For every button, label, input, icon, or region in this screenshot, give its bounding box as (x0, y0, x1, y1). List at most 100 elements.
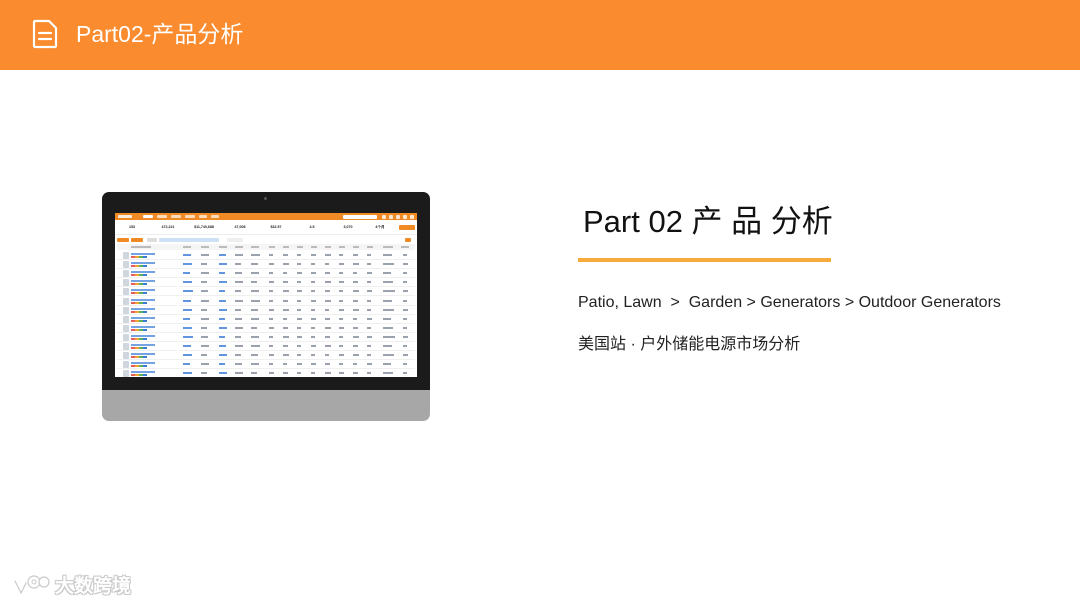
mini-filter-chips (159, 238, 219, 242)
mini-table-cell (219, 335, 225, 338)
mini-table-row (117, 369, 415, 377)
mini-table-cell (219, 363, 226, 366)
mini-table-cell (251, 290, 259, 293)
mini-product-name (131, 289, 155, 292)
mini-table-cell (283, 263, 289, 266)
mini-table-cell (219, 290, 225, 293)
mini-table-cell (367, 299, 371, 302)
mini-nav-item (171, 215, 181, 218)
mini-product-thumbnail (123, 333, 129, 341)
mini-table-cell (283, 363, 288, 366)
mini-table-cell (235, 308, 241, 311)
mini-table-cell (403, 254, 407, 256)
mini-table-cell (367, 354, 372, 357)
mini-table-cell (353, 335, 360, 338)
mini-table-row (117, 324, 415, 333)
mini-table-cell (311, 363, 316, 366)
mini-table-cell (403, 281, 408, 284)
mini-table-cell (325, 326, 332, 329)
mini-stat-value: 4.5 (309, 225, 315, 229)
mini-product-tags (131, 283, 147, 286)
mini-table-cell (183, 263, 193, 266)
mini-table-cell (183, 345, 191, 347)
mini-product-thumbnail (123, 352, 129, 360)
monitor-bezel: 153 472,221 $11,740,688 47,008 $32.57 4.… (102, 192, 430, 390)
mini-table-cell (201, 254, 210, 256)
watermark-text: 大数跨境 (55, 576, 132, 597)
mini-table-cell (183, 363, 190, 366)
mini-table-cell (353, 354, 359, 357)
mini-table-cell (235, 272, 242, 275)
mini-table-cell (269, 363, 273, 366)
mini-table-cell (283, 272, 288, 275)
mini-table-cell (235, 326, 244, 329)
mini-product-thumbnail (123, 370, 129, 377)
mini-table-cell (283, 254, 288, 256)
mini-table-cell (235, 263, 241, 266)
mini-table-cell (183, 372, 192, 375)
mini-table-cell (269, 354, 275, 357)
mini-table-cell (201, 272, 209, 275)
mini-table-cell (367, 254, 371, 256)
mini-table-cell (311, 326, 315, 329)
mini-table-cell (283, 317, 288, 320)
mini-table-cell (311, 354, 315, 357)
mini-table-cell (367, 317, 373, 320)
mini-header-icon (403, 214, 407, 219)
mini-table-cell (383, 272, 392, 275)
mini-table-cell (269, 317, 273, 320)
mini-table-row (117, 333, 415, 342)
mini-product-thumbnail (123, 324, 129, 332)
mini-table-cell (201, 281, 207, 284)
mini-table-cell (339, 272, 343, 275)
mini-table-cell (235, 335, 242, 338)
mini-product-name (131, 344, 155, 346)
mini-product-name (131, 353, 155, 356)
mini-stat-value: 47,008 (234, 225, 246, 229)
mini-table-cell (201, 354, 208, 357)
mini-table-cell (403, 372, 408, 375)
mini-table-cell (339, 308, 345, 311)
mini-product-thumbnail (123, 297, 129, 305)
mini-table-cell (183, 290, 194, 293)
mini-table-cell (367, 263, 372, 266)
mini-table-cell (325, 354, 330, 357)
mini-table-cell (325, 308, 330, 311)
mini-table-cell (383, 335, 396, 338)
mini-table-cell (325, 345, 331, 347)
mini-orange-button (399, 225, 415, 230)
mini-table-cell (297, 308, 302, 311)
mini-stat-value: 472,221 (161, 225, 175, 229)
mini-table-cell (383, 317, 392, 320)
mini-table-cell (235, 317, 242, 320)
mini-table-cell (311, 317, 316, 320)
mini-product-tags (131, 374, 147, 377)
mini-table-cell (183, 272, 190, 275)
mini-table-cell (311, 290, 316, 293)
mini-table-cell (201, 335, 208, 338)
mini-table-row (117, 297, 415, 306)
mini-table-cell (269, 299, 274, 302)
mini-table-cell (383, 363, 392, 366)
mini-table-cell (269, 263, 275, 266)
mini-table-cell (311, 299, 317, 302)
mini-table-cell (353, 372, 359, 375)
mini-table-cell (325, 317, 331, 320)
mini-table-cell (269, 308, 275, 311)
mini-table-cell (235, 290, 242, 293)
section-heading: Part 02 产 品 分析 (583, 204, 833, 239)
mini-table-cell (367, 345, 371, 347)
mini-header-icon (410, 214, 414, 219)
mini-table-cell (383, 308, 395, 311)
mini-table-cell (235, 354, 241, 357)
mini-table-cell (339, 372, 344, 375)
mini-table-cell (269, 290, 273, 293)
mini-table-row (117, 342, 415, 351)
mini-nav-item (143, 215, 153, 218)
mini-table-cell (297, 272, 303, 275)
mini-table-cell (383, 354, 395, 357)
mini-product-tags (131, 319, 147, 322)
mini-table-row (117, 351, 415, 361)
mini-product-thumbnail (123, 279, 129, 287)
mini-table-cell (339, 363, 343, 366)
